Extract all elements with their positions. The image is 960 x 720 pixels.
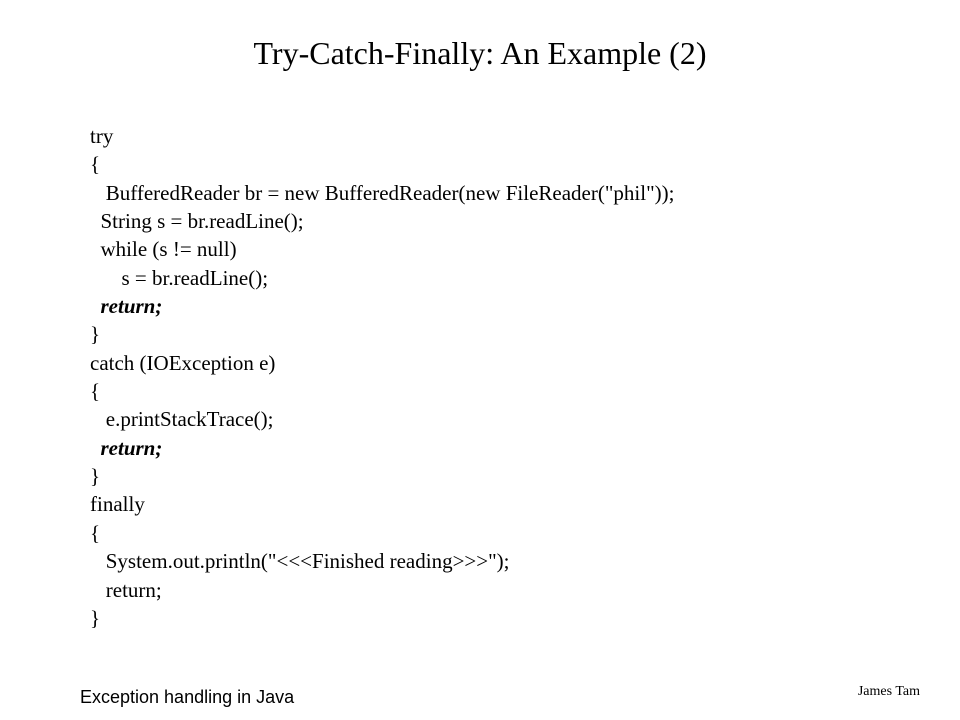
code-line: { [90,150,880,178]
code-line: try [90,122,880,150]
code-line: String s = br.readLine(); [90,207,880,235]
code-line: finally [90,490,880,518]
code-line-return: return; [90,292,880,320]
code-line-return: return; [90,434,880,462]
code-line: { [90,377,880,405]
code-line: } [90,320,880,348]
code-block: try { BufferedReader br = new BufferedRe… [90,122,880,632]
code-line: } [90,462,880,490]
code-line: } [90,604,880,632]
code-line: while (s != null) [90,235,880,263]
footer-author: James Tam [858,684,920,700]
code-line: e.printStackTrace(); [90,405,880,433]
slide-title: Try-Catch-Finally: An Example (2) [80,35,880,72]
slide-container: Try-Catch-Finally: An Example (2) try { … [0,0,960,720]
code-line: return; [90,576,880,604]
code-line: System.out.println("<<<Finished reading>… [90,547,880,575]
code-line: catch (IOException e) [90,349,880,377]
footer-topic: Exception handling in Java [80,687,294,708]
code-line: BufferedReader br = new BufferedReader(n… [90,179,880,207]
code-line: { [90,519,880,547]
code-line: s = br.readLine(); [90,264,880,292]
